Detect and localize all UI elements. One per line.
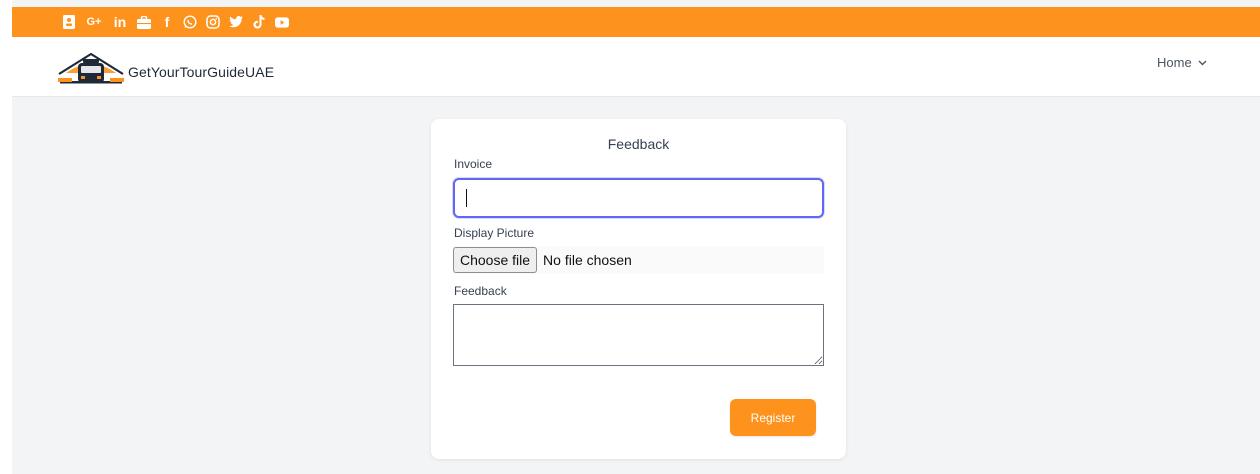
form-title: Feedback bbox=[607, 136, 670, 152]
file-status-text: No file chosen bbox=[543, 252, 632, 268]
page: G+ in f GetYourTourGuideUAE Home Feedbac… bbox=[12, 0, 1260, 474]
text-caret bbox=[466, 189, 467, 207]
linkedin-icon[interactable]: in bbox=[112, 14, 128, 30]
display-picture-label: Display Picture bbox=[454, 226, 535, 240]
display-picture-file-input[interactable]: Choose file No file chosen bbox=[453, 246, 824, 274]
brand-name: GetYourTourGuideUAE bbox=[128, 64, 275, 80]
choose-file-button[interactable]: Choose file bbox=[453, 247, 538, 273]
nav-home[interactable]: Home bbox=[1157, 55, 1207, 70]
invoice-label: Invoice bbox=[454, 157, 493, 171]
feedback-textarea[interactable] bbox=[453, 304, 824, 366]
instagram-icon[interactable] bbox=[206, 15, 220, 29]
register-button[interactable]: Register bbox=[730, 399, 816, 436]
feedback-label: Feedback bbox=[454, 284, 507, 298]
chevron-down-icon bbox=[1198, 60, 1207, 65]
site-logo[interactable]: GetYourTourGuideUAE bbox=[56, 51, 274, 87]
site-header: GetYourTourGuideUAE Home bbox=[12, 37, 1260, 97]
facebook-icon[interactable]: f bbox=[160, 14, 174, 30]
invoice-input[interactable] bbox=[453, 178, 824, 218]
whatsapp-icon[interactable] bbox=[183, 15, 197, 29]
feedback-form-card: Feedback Invoice Display Picture Choose … bbox=[431, 119, 846, 459]
youtube-icon[interactable] bbox=[275, 15, 289, 29]
twitter-icon[interactable] bbox=[229, 15, 243, 29]
social-topbar: G+ in f bbox=[12, 7, 1260, 37]
google-plus-icon[interactable]: G+ bbox=[85, 15, 103, 29]
nav-home-label: Home bbox=[1157, 55, 1192, 70]
tiktok-icon[interactable] bbox=[252, 15, 266, 29]
briefcase-icon[interactable] bbox=[137, 15, 151, 29]
contact-card-icon[interactable] bbox=[62, 15, 76, 29]
logo-bus-icon bbox=[58, 52, 124, 84]
